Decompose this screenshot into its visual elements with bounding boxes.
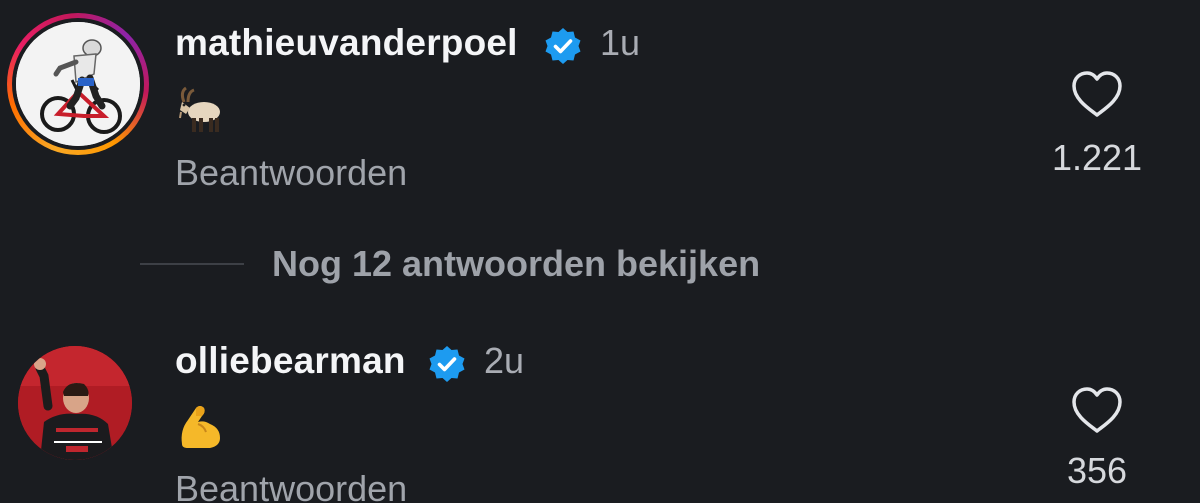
heart-outline-icon (1072, 387, 1122, 433)
like-count: 356 (1066, 450, 1128, 491)
like-count: 1.221 (1051, 137, 1143, 178)
view-more-replies-button[interactable]: Nog 12 antwoorden bekijken (140, 242, 760, 286)
avatar[interactable] (18, 346, 132, 460)
like-button[interactable] (1069, 70, 1125, 120)
like-button[interactable] (1069, 386, 1125, 436)
verified-badge-icon (429, 346, 465, 382)
view-more-replies-label: Nog 12 antwoorden bekijken (272, 243, 761, 284)
reply-button[interactable]: Beantwoorden (175, 152, 407, 194)
comment-timestamp: 2u (484, 340, 525, 381)
comment-timestamp: 1u (600, 22, 641, 63)
avatar[interactable] (16, 22, 140, 146)
thread-divider-line (140, 263, 244, 265)
comment-username[interactable]: mathieuvanderpoel (175, 22, 518, 64)
goat-emoji-icon (174, 84, 226, 136)
flexed-biceps-emoji-icon (174, 400, 226, 452)
heart-outline-icon (1072, 71, 1122, 117)
reply-button[interactable]: Beantwoorden (175, 468, 407, 503)
verified-badge-icon (545, 28, 581, 64)
cyclist-avatar-image (16, 22, 140, 146)
comment-username[interactable]: olliebearman (175, 340, 406, 382)
comment-item: mathieuvanderpoel 1u Beantwoorden 1.221 (0, 0, 1200, 210)
driver-avatar-image (18, 346, 132, 460)
comment-item: olliebearman 2u Beantwoorden 356 (0, 330, 1200, 503)
